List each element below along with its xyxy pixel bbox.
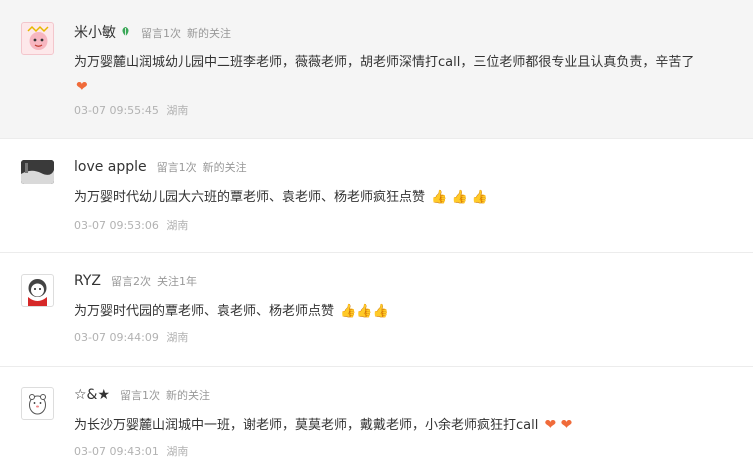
comment-location: 湖南 — [166, 104, 189, 117]
comment-date: 03-07 09:53:06 — [74, 219, 159, 232]
comment-timestamp: 03-07 09:55:45 湖南 — [74, 102, 188, 118]
comment-timestamp: 03-07 09:53:06 湖南 — [74, 217, 188, 233]
comment-meta: ☆&★ 留言1次 新的关注 — [74, 387, 210, 407]
nickname[interactable]: love apple — [74, 159, 147, 175]
avatar[interactable] — [21, 274, 54, 307]
comment-location: 湖南 — [166, 445, 189, 458]
comment-location: 湖南 — [166, 331, 189, 344]
comment-date: 03-07 09:55:45 — [74, 104, 159, 117]
comment-body: 为长沙万婴麓山润城中一班，谢老师，莫莫老师，戴戴老师，小余老师疯狂打call — [74, 418, 539, 433]
comment-count-badge: 留言2次 — [110, 275, 151, 288]
comment-count-badge: 留言1次 — [156, 161, 197, 174]
comment-text: 为万婴麓山润城幼儿园中二班李老师，薇薇老师，胡老师深情打call，三位老师都很专… — [74, 50, 744, 100]
comment-text: 为万婴时代幼儿园大六班的覃老师、袁老师、杨老师疯狂点赞 👍 👍 👍 — [74, 185, 744, 210]
comment-count-badge: 留言1次 — [141, 27, 181, 40]
comment-timestamp: 03-07 09:44:09 湖南 — [74, 329, 188, 345]
nickname[interactable]: 米小敏 — [74, 22, 116, 42]
comment-date: 03-07 09:44:09 — [74, 331, 159, 344]
avatar[interactable] — [21, 387, 54, 420]
comment-timestamp: 03-07 09:43:01 湖南 — [74, 443, 188, 459]
comment-meta: RYZ 留言2次 关注1年 — [74, 273, 197, 293]
avatar[interactable] — [21, 160, 54, 184]
follow-status-badge: 新的关注 — [166, 389, 211, 402]
nickname[interactable]: ☆&★ — [74, 387, 110, 403]
comment-meta: 米小敏 留言1次 新的关注 — [74, 22, 231, 42]
thumbs-up-emoji: 👍👍👍 — [340, 304, 389, 319]
leaf-icon — [120, 26, 131, 40]
follow-status-badge: 新的关注 — [202, 161, 247, 174]
follow-status-badge: 关注1年 — [156, 275, 197, 288]
comment-count-badge: 留言1次 — [120, 389, 161, 402]
comment-body: 为万婴麓山润城幼儿园中二班李老师，薇薇老师，胡老师深情打call，三位老师都很专… — [74, 55, 695, 70]
comment-text: 为长沙万婴麓山润城中一班，谢老师，莫莫老师，戴戴老师，小余老师疯狂打call ❤… — [74, 413, 744, 438]
comment-item: 米小敏 留言1次 新的关注 为万婴麓山润城幼儿园中二班李老师，薇薇老师，胡老师深… — [0, 0, 753, 139]
comment-item: love apple 留言1次 新的关注 为万婴时代幼儿园大六班的覃老师、袁老师… — [0, 139, 753, 253]
heart-emoji: ❤ ❤ — [544, 417, 573, 433]
comment-body: 为万婴时代幼儿园大六班的覃老师、袁老师、杨老师疯狂点赞 — [74, 190, 426, 205]
comment-body: 为万婴时代园的覃老师、袁老师、杨老师点赞 — [74, 304, 335, 319]
comment-location: 湖南 — [166, 219, 189, 232]
comment-text: 为万婴时代园的覃老师、袁老师、杨老师点赞 👍👍👍 — [74, 299, 744, 324]
comment-date: 03-07 09:43:01 — [74, 445, 159, 458]
comment-list: 米小敏 留言1次 新的关注 为万婴麓山润城幼儿园中二班李老师，薇薇老师，胡老师深… — [0, 0, 753, 468]
thumbs-up-emoji: 👍 👍 👍 — [431, 190, 488, 205]
heart-emoji: ❤ — [76, 79, 88, 95]
follow-status-badge: 新的关注 — [187, 27, 231, 40]
comment-meta: love apple 留言1次 新的关注 — [74, 159, 247, 179]
avatar[interactable] — [21, 22, 54, 55]
nickname[interactable]: RYZ — [74, 273, 101, 289]
comment-item: ☆&★ 留言1次 新的关注 为长沙万婴麓山润城中一班，谢老师，莫莫老师，戴戴老师… — [0, 367, 753, 468]
comment-item: RYZ 留言2次 关注1年 为万婴时代园的覃老师、袁老师、杨老师点赞 👍👍👍 0… — [0, 253, 753, 367]
